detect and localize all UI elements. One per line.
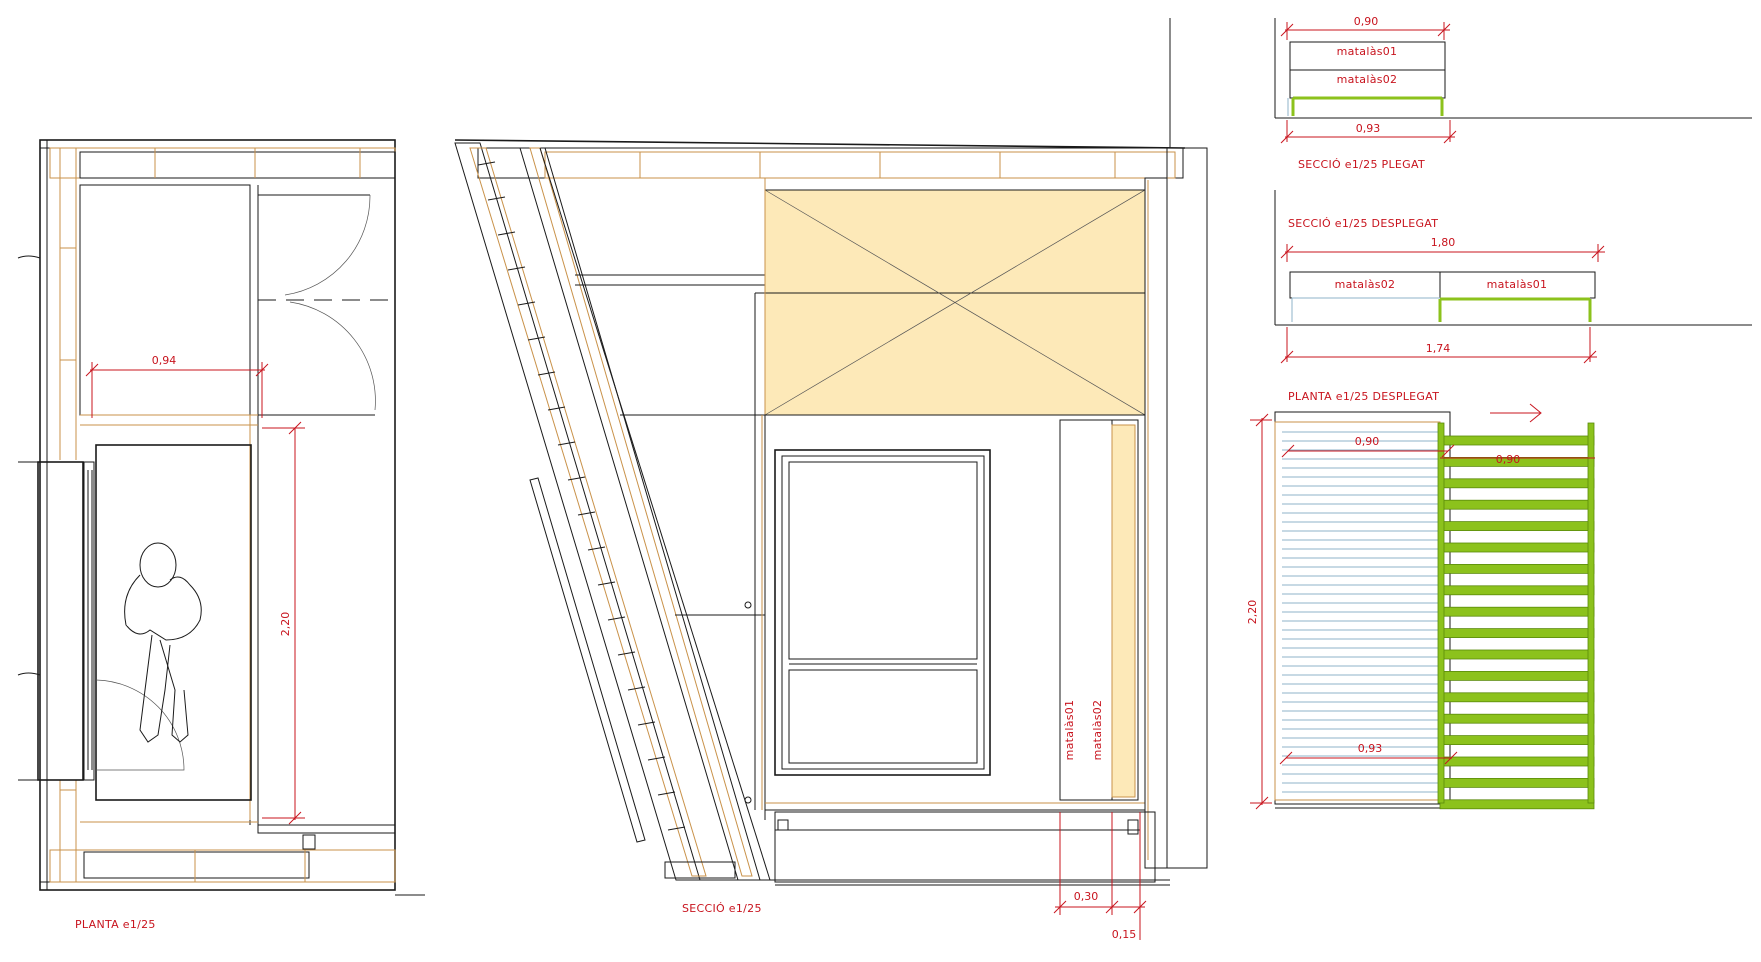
- green-slat: [1439, 628, 1595, 638]
- green-slat: [1439, 478, 1595, 489]
- dim-label-plegat-top: 0,90: [1354, 15, 1379, 28]
- green-slat: [1439, 735, 1595, 745]
- mattress-label-02: matalàs02: [1091, 700, 1104, 761]
- green-slat: [1439, 564, 1595, 574]
- green-slat: [1439, 799, 1595, 810]
- title-seccio-desplegat: SECCIÓ e1/25 DESPLEGAT: [1288, 217, 1438, 230]
- mattress-label-01: matalàs01: [1063, 700, 1076, 761]
- plan-view: 0,94 2,20 PLANTA e1/25: [17, 139, 425, 931]
- desplegat-mattress-01: matalàs01: [1487, 278, 1548, 291]
- section-folded-view: matalàs01 matalàs02 0,90 0,93 SECCIÓ e1/…: [1274, 15, 1752, 171]
- title-seccio: SECCIÓ e1/25: [682, 902, 762, 915]
- plan-unfolded-view: PLANTA e1/25 DESPLEGAT 0,90 0,90 0,93 2,…: [1246, 390, 1595, 810]
- dim-label-2-20: 2,20: [279, 612, 292, 637]
- dim-label-desplegat-top: 1,80: [1431, 236, 1456, 249]
- green-slat: [1439, 756, 1595, 767]
- green-slat: [1439, 499, 1595, 510]
- green-slat: [1439, 521, 1595, 531]
- desplegat-mattress-02: matalàs02: [1335, 278, 1396, 291]
- dim-label-desplegat-bottom: 1,74: [1426, 342, 1451, 355]
- folded-mattresses: matalàs01 matalàs02: [1059, 419, 1139, 801]
- dim-planta-length: 2,20: [262, 421, 305, 825]
- green-slat: [1439, 542, 1595, 553]
- green-slats: [1439, 435, 1595, 810]
- green-slat: [1439, 671, 1595, 681]
- dim-label-pd-top-left: 0,90: [1355, 435, 1380, 448]
- dim-label-0-30: 0,30: [1074, 890, 1099, 903]
- green-slat: [1439, 606, 1595, 617]
- dim-label-0-15: 0,15: [1112, 928, 1137, 941]
- title-planta: PLANTA e1/25: [75, 918, 156, 931]
- roof-slats: [477, 161, 686, 831]
- dim-planta-width: 0,94: [85, 354, 269, 418]
- green-slat: [1439, 778, 1595, 788]
- section-view: matalàs01 matalàs02 0,30 0,15 SECCIÓ e1/…: [454, 18, 1208, 941]
- green-slat: [1439, 692, 1595, 703]
- title-planta-desplegat: PLANTA e1/25 DESPLEGAT: [1288, 390, 1439, 403]
- plegat-mattress-02: matalàs02: [1337, 73, 1398, 86]
- dim-label-pd-length: 2,20: [1246, 600, 1259, 625]
- architectural-drawing: 0,94 2,20 PLANTA e1/25 matalàs01 matalàs…: [17, 15, 1752, 941]
- title-seccio-plegat: SECCIÓ e1/25 PLEGAT: [1298, 158, 1425, 171]
- dim-label-pd-bottom: 0,93: [1358, 742, 1383, 755]
- green-slat: [1439, 435, 1595, 446]
- dim-label-pd-top-right: 0,90: [1496, 453, 1521, 466]
- plegat-mattress-01: matalàs01: [1337, 45, 1398, 58]
- green-slat: [1439, 585, 1595, 596]
- green-slat: [1439, 649, 1595, 660]
- dim-label-plegat-bottom: 0,93: [1356, 122, 1381, 135]
- dim-section-030: 0,30 0,15: [1053, 812, 1147, 941]
- section-unfolded-view: SECCIÓ e1/25 DESPLEGAT matalàs02 matalàs…: [1274, 190, 1752, 364]
- dim-label-0-94: 0,94: [152, 354, 177, 367]
- blue-slats: [1282, 431, 1438, 793]
- green-slat: [1439, 713, 1595, 724]
